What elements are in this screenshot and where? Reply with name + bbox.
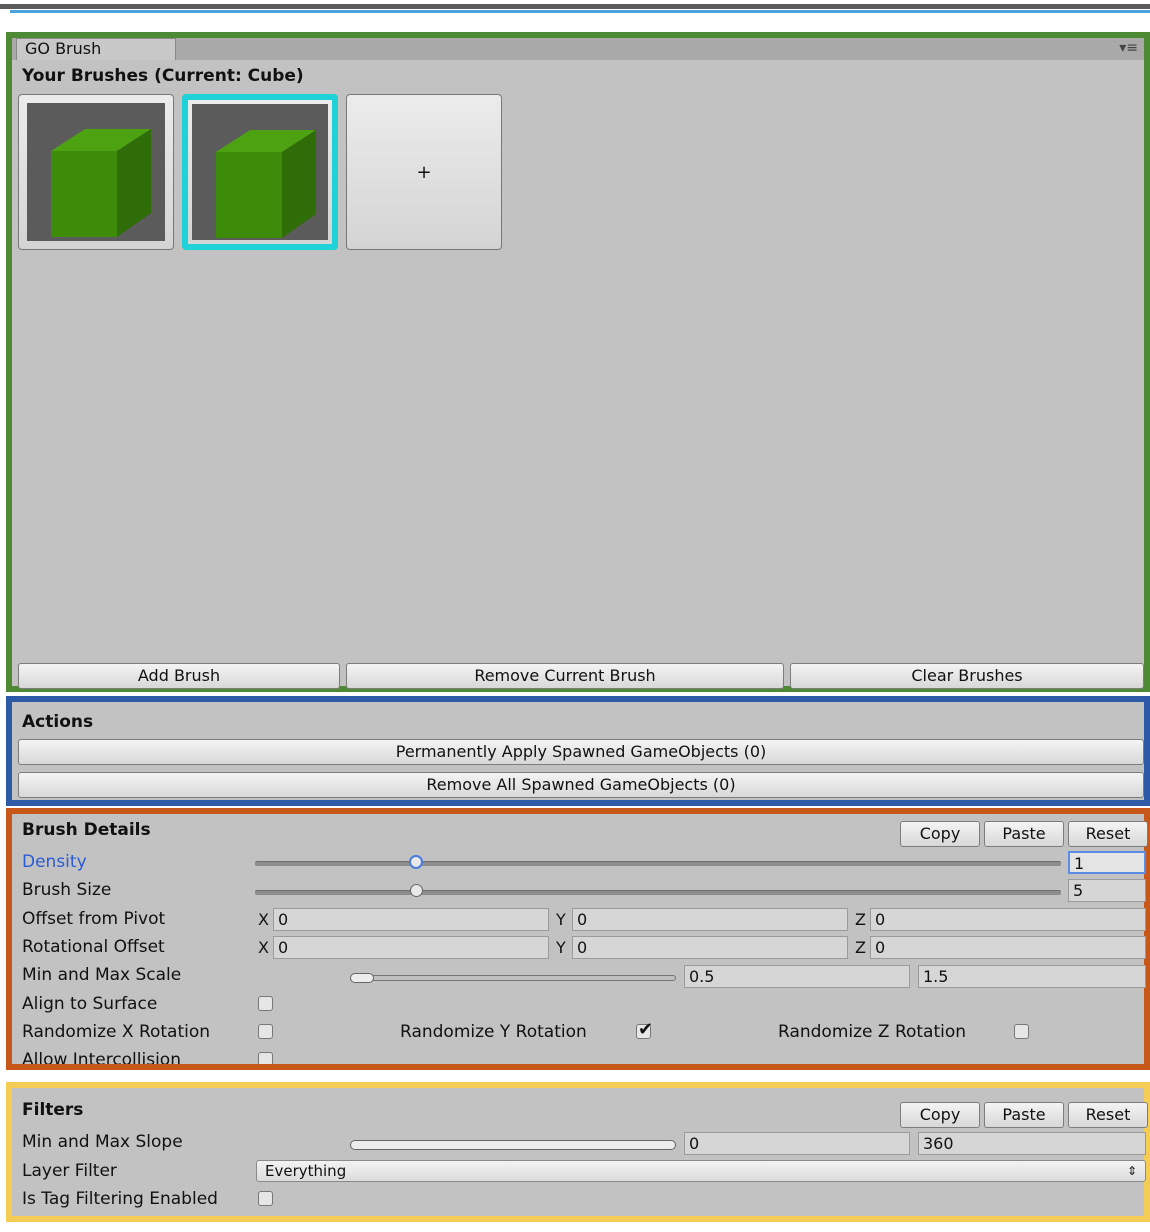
dropdown-arrow-icon: ⇕ bbox=[1126, 1164, 1137, 1178]
y-axis-label: Y bbox=[556, 938, 566, 957]
x-axis-label: X bbox=[258, 910, 269, 929]
align-to-surface-label: Align to Surface bbox=[22, 994, 158, 1014]
paste-button[interactable]: Paste bbox=[984, 1102, 1064, 1128]
randomize-z-label: Randomize Z Rotation bbox=[778, 1022, 967, 1042]
scale-range-handle[interactable] bbox=[350, 973, 374, 983]
brush-tile-cube-1[interactable] bbox=[18, 94, 174, 250]
density-slider[interactable] bbox=[255, 861, 1061, 866]
layer-filter-value: Everything bbox=[265, 1162, 347, 1180]
offset-y-field[interactable]: 0 bbox=[572, 908, 848, 931]
brush-details-panel: Brush Details Copy Paste Reset Density 1… bbox=[6, 808, 1150, 1070]
brush-tile-cube-2-selected[interactable] bbox=[182, 94, 338, 250]
brush-size-label: Brush Size bbox=[22, 880, 112, 900]
x-axis-label: X bbox=[258, 938, 269, 957]
rotation-z-field[interactable]: 0 bbox=[870, 936, 1146, 959]
tag-filtering-checkbox[interactable] bbox=[258, 1191, 273, 1206]
rotation-x-field[interactable]: 0 bbox=[273, 936, 549, 959]
layer-filter-label: Layer Filter bbox=[22, 1161, 117, 1181]
randomize-y-label: Randomize Y Rotation bbox=[400, 1022, 587, 1042]
add-brush-button[interactable]: Add Brush bbox=[18, 663, 340, 689]
remove-current-brush-button[interactable]: Remove Current Brush bbox=[346, 663, 784, 689]
brush-details-header: Brush Details bbox=[22, 820, 151, 840]
offset-z-field[interactable]: 0 bbox=[870, 908, 1146, 931]
brush-preview bbox=[192, 104, 328, 240]
slope-range-handle[interactable] bbox=[350, 1140, 676, 1150]
reset-button[interactable]: Reset bbox=[1068, 1102, 1148, 1128]
y-axis-label: Y bbox=[556, 910, 566, 929]
brushes-panel: GO Brush ▾≡ Your Brushes (Current: Cube)… bbox=[6, 32, 1150, 692]
cube-icon bbox=[216, 130, 316, 238]
min-max-slope-label: Min and Max Slope bbox=[22, 1132, 183, 1152]
tab-go-brush[interactable]: GO Brush bbox=[16, 38, 176, 60]
layer-filter-dropdown[interactable]: Everything ⇕ bbox=[256, 1160, 1146, 1182]
plus-icon: + bbox=[416, 161, 432, 183]
slope-max-field[interactable]: 360 bbox=[918, 1132, 1146, 1155]
permanently-apply-button[interactable]: Permanently Apply Spawned GameObjects (0… bbox=[18, 739, 1144, 765]
allow-intercollision-label: Allow Intercollision bbox=[22, 1050, 181, 1064]
menu-icon[interactable]: ▾≡ bbox=[1119, 40, 1138, 56]
brushes-header: Your Brushes (Current: Cube) bbox=[22, 66, 304, 86]
offset-from-pivot-label: Offset from Pivot bbox=[22, 909, 166, 929]
copy-button[interactable]: Copy bbox=[900, 1102, 980, 1128]
z-axis-label: Z bbox=[855, 938, 866, 957]
remove-all-spawned-button[interactable]: Remove All Spawned GameObjects (0) bbox=[18, 772, 1144, 798]
randomize-x-label: Randomize X Rotation bbox=[22, 1022, 211, 1042]
brush-size-field[interactable]: 5 bbox=[1068, 879, 1146, 902]
clipped-row: Allow Intercollision bbox=[12, 1044, 1144, 1064]
allow-intercollision-checkbox[interactable] bbox=[258, 1052, 273, 1064]
tag-filtering-label: Is Tag Filtering Enabled bbox=[22, 1189, 218, 1209]
clear-brushes-button[interactable]: Clear Brushes bbox=[790, 663, 1144, 689]
min-max-scale-label: Min and Max Scale bbox=[22, 965, 182, 985]
slope-min-field[interactable]: 0 bbox=[684, 1132, 910, 1155]
window-top-highlight bbox=[10, 10, 1150, 13]
reset-button[interactable]: Reset bbox=[1068, 821, 1148, 847]
scale-range-slider[interactable] bbox=[350, 975, 676, 981]
tab-strip: GO Brush ▾≡ bbox=[12, 38, 1144, 60]
rotational-offset-label: Rotational Offset bbox=[22, 937, 165, 957]
density-field[interactable]: 1 bbox=[1068, 851, 1146, 874]
brush-size-slider[interactable] bbox=[255, 890, 1061, 895]
density-label: Density bbox=[22, 852, 87, 872]
copy-button[interactable]: Copy bbox=[900, 821, 980, 847]
offset-x-field[interactable]: 0 bbox=[273, 908, 549, 931]
randomize-y-checkbox[interactable]: ✔ bbox=[636, 1019, 653, 1040]
checkmark-icon: ✔ bbox=[638, 1019, 654, 1040]
filters-panel: Filters Copy Paste Reset Min and Max Slo… bbox=[6, 1082, 1150, 1222]
filters-header: Filters bbox=[22, 1100, 84, 1120]
z-axis-label: Z bbox=[855, 910, 866, 929]
rotation-y-field[interactable]: 0 bbox=[572, 936, 848, 959]
brush-preview bbox=[27, 103, 165, 241]
align-to-surface-checkbox[interactable] bbox=[258, 996, 273, 1011]
density-slider-handle[interactable] bbox=[409, 855, 424, 869]
randomize-x-checkbox[interactable] bbox=[258, 1024, 273, 1039]
paste-button[interactable]: Paste bbox=[984, 821, 1064, 847]
cube-icon bbox=[51, 129, 151, 237]
scale-min-field[interactable]: 0.5 bbox=[684, 965, 910, 988]
randomize-z-checkbox[interactable] bbox=[1014, 1024, 1029, 1039]
window-top-border bbox=[0, 4, 1150, 9]
add-brush-tile[interactable]: + bbox=[346, 94, 502, 250]
scale-max-field[interactable]: 1.5 bbox=[918, 965, 1146, 988]
brush-size-slider-handle[interactable] bbox=[410, 884, 424, 897]
actions-header: Actions bbox=[22, 712, 94, 732]
actions-panel: Actions Permanently Apply Spawned GameOb… bbox=[6, 696, 1150, 806]
